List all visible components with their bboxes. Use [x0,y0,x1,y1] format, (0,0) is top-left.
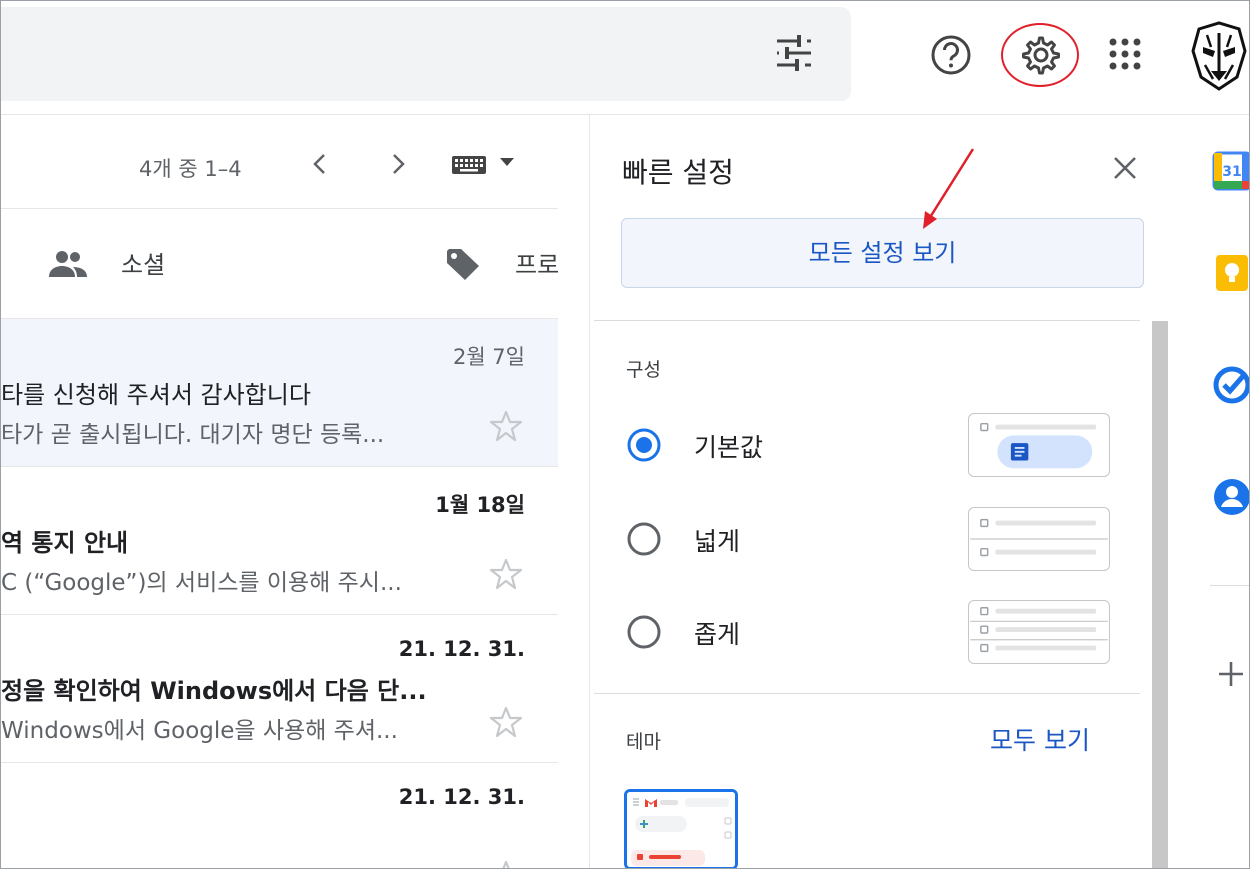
email-date: 1월 18일 [435,493,525,517]
chevron-right-icon[interactable] [387,151,409,177]
density-option-label[interactable]: 기본값 [694,428,763,464]
see-all-settings-button[interactable]: 모든 설정 보기 [621,218,1144,288]
density-option-label[interactable]: 넓게 [694,522,740,558]
email-row[interactable]: 2월 7일 타를 신청해 주셔서 감사합니다 타가 곧 출시됩니다. 대기자 명… [1,319,558,467]
panel-scrollbar[interactable] [1152,321,1168,868]
side-apps-panel: 31 [1176,115,1250,868]
email-date: 2월 7일 [452,345,525,369]
radio-default[interactable] [626,427,662,463]
calendar-icon[interactable]: 31 [1212,151,1250,191]
email-subject: 정을 확인하여 Windows에서 다음 단... [1,677,427,705]
theme-label: 테마 [626,731,661,753]
search-options-icon[interactable] [773,33,815,73]
gmail-window: 4개 중 1–4 소셜 프로 2월 7일 타를 신청해 주셔서 감사합니다 타가… [0,0,1250,869]
apps-grid-icon[interactable] [1105,34,1145,74]
divider [594,320,1140,321]
annotation-arrow-icon [923,148,975,229]
density-default-preview [968,413,1110,477]
divider [594,693,1140,694]
svg-text:31: 31 [1222,164,1241,180]
contacts-icon[interactable] [1212,477,1250,517]
theme-preview[interactable] [624,789,738,868]
page-count: 4개 중 1–4 [139,157,242,181]
view-all-themes-link[interactable]: 모두 보기 [990,721,1090,757]
email-snippet: C (“Google”)의 서비스를 이용해 주시... [1,570,402,596]
star-icon[interactable] [489,705,523,739]
email-subject: 역 통지 안내 [1,529,129,557]
top-header [1,1,1249,115]
gear-icon[interactable] [1021,35,1061,75]
email-date: 21. 12. 31. [398,785,525,809]
star-icon[interactable] [489,557,523,591]
chevron-left-icon[interactable] [309,151,331,177]
tab-promotions[interactable]: 프로 [515,245,558,280]
mail-toolbar: 4개 중 1–4 [1,115,558,209]
panel-title: 빠른 설정 [622,156,734,189]
gmail-theme-preview-icon [627,792,735,867]
email-list: 2월 7일 타를 신청해 주셔서 감사합니다 타가 곧 출시됩니다. 대기자 명… [1,319,558,869]
caret-down-icon[interactable] [499,157,515,167]
quick-settings-panel: 빠른 설정 모든 설정 보기 구성 기본값 넓게 좁게 테마 모두 보기 [589,115,1176,868]
email-subject: 타를 신청해 주셔서 감사합니다 [1,381,311,409]
email-row[interactable]: 21. 12. 31. 정을 확인하여 Windows에서 다음 단... Wi… [1,615,558,763]
email-row[interactable]: 1월 18일 역 통지 안내 C (“Google”)의 서비스를 이용해 주시… [1,467,558,615]
category-tabs: 소셜 프로 [1,209,558,319]
density-option-label[interactable]: 좁게 [694,615,740,651]
tag-icon [447,249,479,280]
account-avatar[interactable] [1189,21,1249,91]
density-comfortable-preview [968,507,1110,571]
search-bar[interactable] [1,7,851,101]
density-label: 구성 [626,359,661,381]
close-icon[interactable] [1112,155,1138,181]
tab-social[interactable]: 소셜 [121,245,165,280]
people-icon [49,251,87,277]
star-icon[interactable] [489,859,523,869]
help-icon[interactable] [929,33,973,77]
email-snippet: 타가 곧 출시됩니다. 대기자 명단 등록... [1,422,385,448]
settings-highlight [1001,23,1079,87]
density-compact-preview [968,600,1110,664]
email-date: 21. 12. 31. [398,637,525,661]
mail-list-area: 4개 중 1–4 소셜 프로 2월 7일 타를 신청해 주셔서 감사합니다 타가… [1,115,558,869]
star-icon[interactable] [489,409,523,443]
radio-compact[interactable] [626,614,662,650]
email-row[interactable]: 21. 12. 31. [1,763,558,869]
radio-comfortable[interactable] [626,521,662,557]
divider [1210,585,1249,586]
email-snippet: Windows에서 Google을 사용해 주셔... [1,718,398,744]
tasks-icon[interactable] [1212,365,1250,405]
keep-icon[interactable] [1212,253,1250,293]
keyboard-icon[interactable] [451,153,487,177]
add-icon[interactable] [1216,659,1246,689]
